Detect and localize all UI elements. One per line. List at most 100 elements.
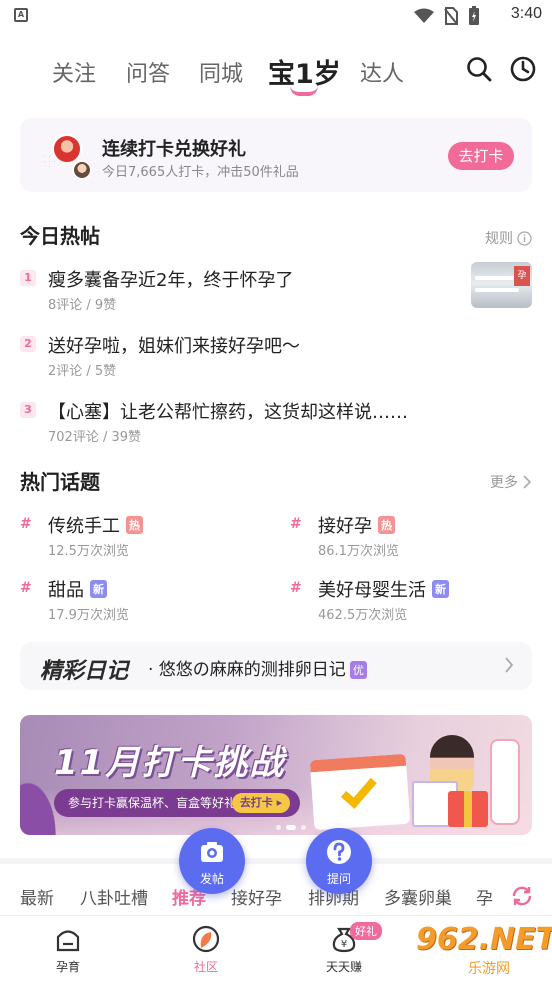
chevron-right-icon xyxy=(523,475,532,489)
wifi-icon xyxy=(414,8,434,23)
rank-badge: 1 xyxy=(20,270,36,286)
diary-logo: 精彩日记 xyxy=(40,658,129,684)
post-meta: 702评论 / 39赞 xyxy=(48,430,141,445)
topic-views: 12.5万次浏览 xyxy=(48,544,129,559)
promo-banner[interactable]: 11月打卡挑战 参与打卡赢保温杯、盲盒等好礼! 去打卡 ▸ xyxy=(20,715,532,835)
avatar xyxy=(52,134,82,164)
checkin-subtitle: 今日7,665人打卡，冲击50件礼品 xyxy=(102,165,299,180)
status-icons xyxy=(414,6,480,26)
bottom-tab-label: 天天赚 xyxy=(325,960,362,974)
watermark-caption: 乐游网 xyxy=(468,961,510,977)
home-icon xyxy=(56,930,80,952)
pager-dot xyxy=(301,825,306,830)
category-tab-latest[interactable]: 最新 xyxy=(20,884,54,909)
app-notification-icon: A xyxy=(14,8,28,22)
tab-qa[interactable]: 问答 xyxy=(126,56,170,88)
pager-dot-active xyxy=(286,825,296,830)
hot-posts-title: 今日热帖 xyxy=(20,224,100,248)
hash-icon: # xyxy=(290,580,302,596)
history-clock-icon[interactable] xyxy=(510,56,536,82)
battery-icon xyxy=(469,6,479,25)
hash-icon: # xyxy=(20,516,32,532)
topic-name: 甜品 xyxy=(48,580,84,601)
thermos-illustration xyxy=(490,739,520,825)
post-title: 瘦多囊备孕近2年，终于怀孕了 xyxy=(48,270,294,291)
pager-dot xyxy=(276,825,281,830)
topic-item[interactable]: # 甜品新 17.9万次浏览 xyxy=(20,576,250,623)
checkin-card[interactable]: 连续打卡兑换好礼 今日7,665人打卡，冲击50件礼品 去打卡 xyxy=(20,118,532,192)
rank-badge: 3 xyxy=(20,402,36,418)
rank-badge: 2 xyxy=(20,336,36,352)
svg-text:¥: ¥ xyxy=(341,939,347,950)
new-badge: 新 xyxy=(432,580,449,598)
gift-box-illustration xyxy=(448,791,488,827)
category-tab-more[interactable]: 孕 xyxy=(476,884,493,909)
category-tab-good-pregnancy[interactable]: 接好孕 xyxy=(231,884,282,909)
status-time: 3:40 xyxy=(510,5,542,22)
category-tab-pcos[interactable]: 多囊卵巢 xyxy=(384,884,452,909)
category-tabs: 最新 八卦吐槽 推荐 接好孕 排卵期 多囊卵巢 孕 xyxy=(0,880,552,912)
community-icon xyxy=(192,925,220,953)
topic-item[interactable]: # 接好孕热 86.1万次浏览 xyxy=(290,512,520,559)
hot-topics-title: 热门话题 xyxy=(20,470,100,494)
search-icon[interactable] xyxy=(466,56,492,82)
site-watermark: 962.NET 乐游网 xyxy=(410,922,552,978)
bottom-tab-pregnancy[interactable]: 孕育 xyxy=(28,924,108,975)
tab-experts[interactable]: 达人 xyxy=(360,56,404,88)
topic-item[interactable]: # 传统手工热 12.5万次浏览 xyxy=(20,512,250,559)
rules-label: 规则 xyxy=(485,231,513,247)
post-meta: 8评论 / 9赞 xyxy=(48,298,117,313)
top-nav: 关注 问答 同城 宝1岁 达人 xyxy=(0,48,552,98)
checkin-avatars xyxy=(42,134,106,182)
refresh-icon[interactable] xyxy=(510,884,534,908)
watermark-logo: 962.NET xyxy=(416,922,552,957)
post-fab-button[interactable]: 发帖 xyxy=(179,828,245,894)
calendar-illustration xyxy=(309,753,411,831)
post-label: 发帖 xyxy=(199,872,224,886)
bottom-tab-community[interactable]: 社区 xyxy=(166,924,246,975)
topic-item[interactable]: # 美好母婴生活新 462.5万次浏览 xyxy=(290,576,520,623)
tab-local[interactable]: 同城 xyxy=(199,56,243,88)
excellent-badge: 优 xyxy=(349,661,367,679)
go-checkin-button[interactable]: 去打卡 xyxy=(448,142,514,170)
hot-badge: 热 xyxy=(126,516,143,534)
bottom-tab-label: 孕育 xyxy=(55,960,80,974)
info-icon xyxy=(517,230,532,246)
section-divider xyxy=(0,858,552,864)
question-icon xyxy=(327,840,351,864)
chevron-right-icon xyxy=(505,657,514,673)
gift-badge: 好礼 xyxy=(350,922,382,940)
new-badge: 新 xyxy=(90,580,107,598)
category-tab-gossip[interactable]: 八卦吐槽 xyxy=(80,884,148,909)
topic-views: 462.5万次浏览 xyxy=(318,608,408,623)
more-topics-link[interactable]: 更多 xyxy=(490,472,532,492)
status-bar: A 3:40 xyxy=(0,0,552,32)
screen: A 3:40 关注 问答 同城 宝1岁 达人 连续打卡兑换好礼 今日7,665人… xyxy=(0,0,552,981)
topic-name: 接好孕 xyxy=(318,516,372,537)
diary-title: · 悠悠の麻麻的测排卵日记 xyxy=(148,660,346,680)
hash-icon: # xyxy=(20,580,32,596)
ask-fab-button[interactable]: 提问 xyxy=(306,828,372,894)
checkmark-icon xyxy=(340,771,377,809)
camera-icon xyxy=(201,842,223,862)
hot-badge: 热 xyxy=(378,516,395,534)
avatar xyxy=(72,160,92,180)
banner-checkin-button[interactable]: 去打卡 ▸ xyxy=(232,793,290,813)
ask-label: 提问 xyxy=(326,872,351,886)
featured-diary-bar[interactable]: 精彩日记 · 悠悠の麻麻的测排卵日记优 xyxy=(20,642,532,690)
tab-follow[interactable]: 关注 xyxy=(52,56,96,88)
hash-icon: # xyxy=(290,516,302,532)
topic-name: 美好母婴生活 xyxy=(318,580,426,601)
bottom-tab-label: 社区 xyxy=(193,960,218,974)
post-meta: 2评论 / 5赞 xyxy=(48,364,117,379)
checkin-title: 连续打卡兑换好礼 xyxy=(102,139,246,160)
more-label: 更多 xyxy=(490,475,518,491)
post-title: 送好孕啦，姐妹们来接好孕吧～ xyxy=(48,336,300,357)
topic-views: 17.9万次浏览 xyxy=(48,608,129,623)
post-thumbnail[interactable]: 孕 xyxy=(471,262,532,308)
rules-link[interactable]: 规则 xyxy=(485,228,532,248)
topic-views: 86.1万次浏览 xyxy=(318,544,399,559)
no-sim-icon xyxy=(444,7,458,25)
topic-name: 传统手工 xyxy=(48,516,120,537)
post-title: 【心塞】让老公帮忙擦药，这货却这样说…… xyxy=(48,402,408,423)
